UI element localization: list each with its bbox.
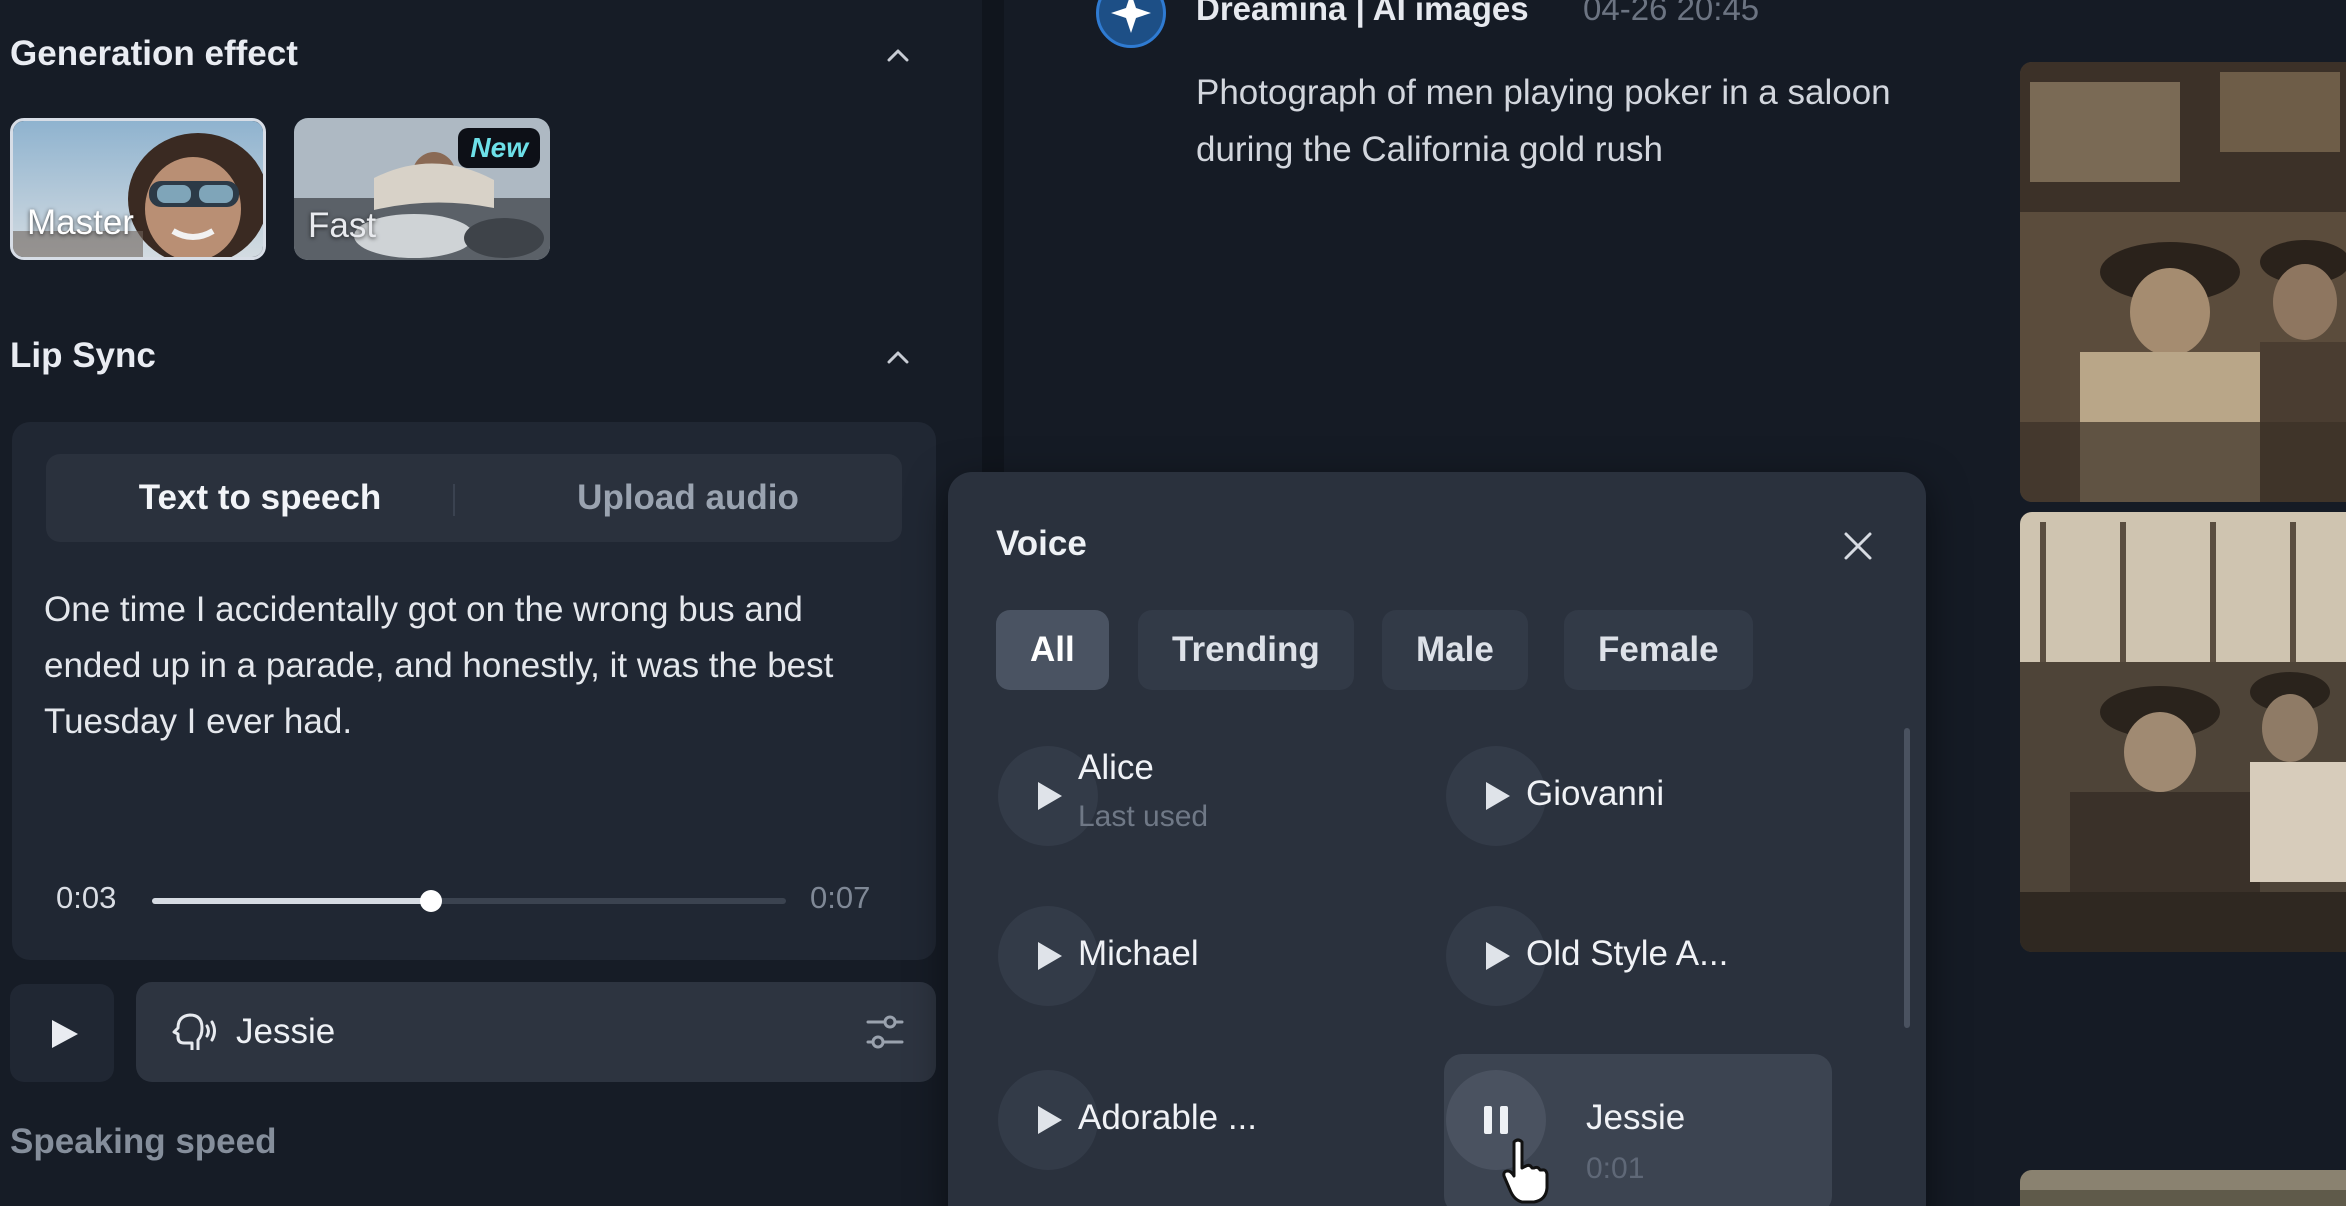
voice-name: Adorable ... xyxy=(1078,1098,1257,1137)
tab-separator xyxy=(453,484,455,516)
voice-popup: Voice All Trending Male Female Alice Las… xyxy=(948,472,1926,1206)
generated-image-2[interactable] xyxy=(2020,512,2346,952)
lip-sync-tabs: Text to speech Upload audio xyxy=(46,454,902,542)
effect-option-master[interactable]: Master xyxy=(10,118,266,260)
play-icon xyxy=(52,1020,78,1048)
close-icon[interactable] xyxy=(1836,524,1880,568)
lip-sync-title: Lip Sync xyxy=(10,336,156,375)
saloon-photo-1 xyxy=(2020,62,2346,502)
bot-avatar xyxy=(1096,0,1166,48)
filter-female[interactable]: Female xyxy=(1564,610,1753,690)
voice-name: Giovanni xyxy=(1526,774,1665,813)
generation-effect-title: Generation effect xyxy=(10,34,298,73)
effect-label-master: Master xyxy=(27,203,134,242)
saloon-photo-3 xyxy=(2020,1170,2346,1206)
voice-popup-title: Voice xyxy=(996,524,1087,563)
audio-progress-slider[interactable] xyxy=(152,890,786,912)
voice-option-alice[interactable]: Alice Last used xyxy=(948,722,1378,866)
effect-label-fast: Fast xyxy=(308,206,377,245)
audio-total-time: 0:07 xyxy=(810,880,871,915)
selected-voice-name: Jessie xyxy=(236,1012,336,1051)
bot-sender-name: Dreamina | AI images xyxy=(1196,0,1529,27)
voice-option-giovanni[interactable]: Giovanni xyxy=(1396,722,1826,866)
new-badge: New xyxy=(458,128,540,168)
generated-image-1[interactable] xyxy=(2020,62,2346,502)
audio-progress-thumb[interactable] xyxy=(419,890,442,912)
voice-play-time: 0:01 xyxy=(1586,1152,1645,1185)
speaking-speed-label: Speaking speed xyxy=(10,1122,277,1161)
voice-selector[interactable]: Jessie xyxy=(136,982,936,1082)
collapse-chevron-up-icon[interactable] xyxy=(880,38,916,74)
filter-trending[interactable]: Trending xyxy=(1138,610,1354,690)
settings-panel: Generation effect Master New Fast Lip Sy… xyxy=(0,0,982,1206)
tab-text-to-speech[interactable]: Text to speech xyxy=(46,454,474,542)
sliders-icon[interactable] xyxy=(864,1012,906,1052)
voice-option-michael[interactable]: Michael xyxy=(948,884,1378,1028)
filter-male[interactable]: Male xyxy=(1382,610,1528,690)
tab-upload-audio[interactable]: Upload audio xyxy=(474,454,902,542)
filter-all[interactable]: All xyxy=(996,610,1109,690)
voice-name: Old Style A... xyxy=(1526,934,1729,973)
voice-option-old-style[interactable]: Old Style A... xyxy=(1396,884,1826,1028)
generated-image-3[interactable] xyxy=(2020,1170,2346,1206)
preview-play-button[interactable] xyxy=(10,984,114,1082)
audio-progress-fill xyxy=(152,898,431,904)
lip-sync-box: Text to speech Upload audio One time I a… xyxy=(12,422,936,960)
voice-name: Alice xyxy=(1078,748,1154,787)
message-timestamp: 04-26 20:45 xyxy=(1583,0,1760,27)
voice-name: Jessie xyxy=(1586,1098,1686,1137)
speaking-head-icon xyxy=(172,1013,216,1050)
voice-list-scrollbar[interactable] xyxy=(1904,728,1910,1028)
voice-name: Michael xyxy=(1078,934,1199,973)
voice-subtitle: Last used xyxy=(1078,800,1209,833)
hand-cursor-icon xyxy=(1502,1138,1549,1204)
speech-text-input[interactable]: One time I accidentally got on the wrong… xyxy=(44,582,904,750)
sparkle-icon xyxy=(1111,0,1151,33)
collapse-chevron-up-icon[interactable] xyxy=(880,340,916,376)
saloon-photo-2 xyxy=(2020,512,2346,952)
effect-option-fast[interactable]: New Fast xyxy=(294,118,550,260)
prompt-text: Photograph of men playing poker in a sal… xyxy=(1196,73,1891,169)
voice-option-adorable[interactable]: Adorable ... xyxy=(948,1048,1378,1192)
audio-current-time: 0:03 xyxy=(56,880,117,915)
